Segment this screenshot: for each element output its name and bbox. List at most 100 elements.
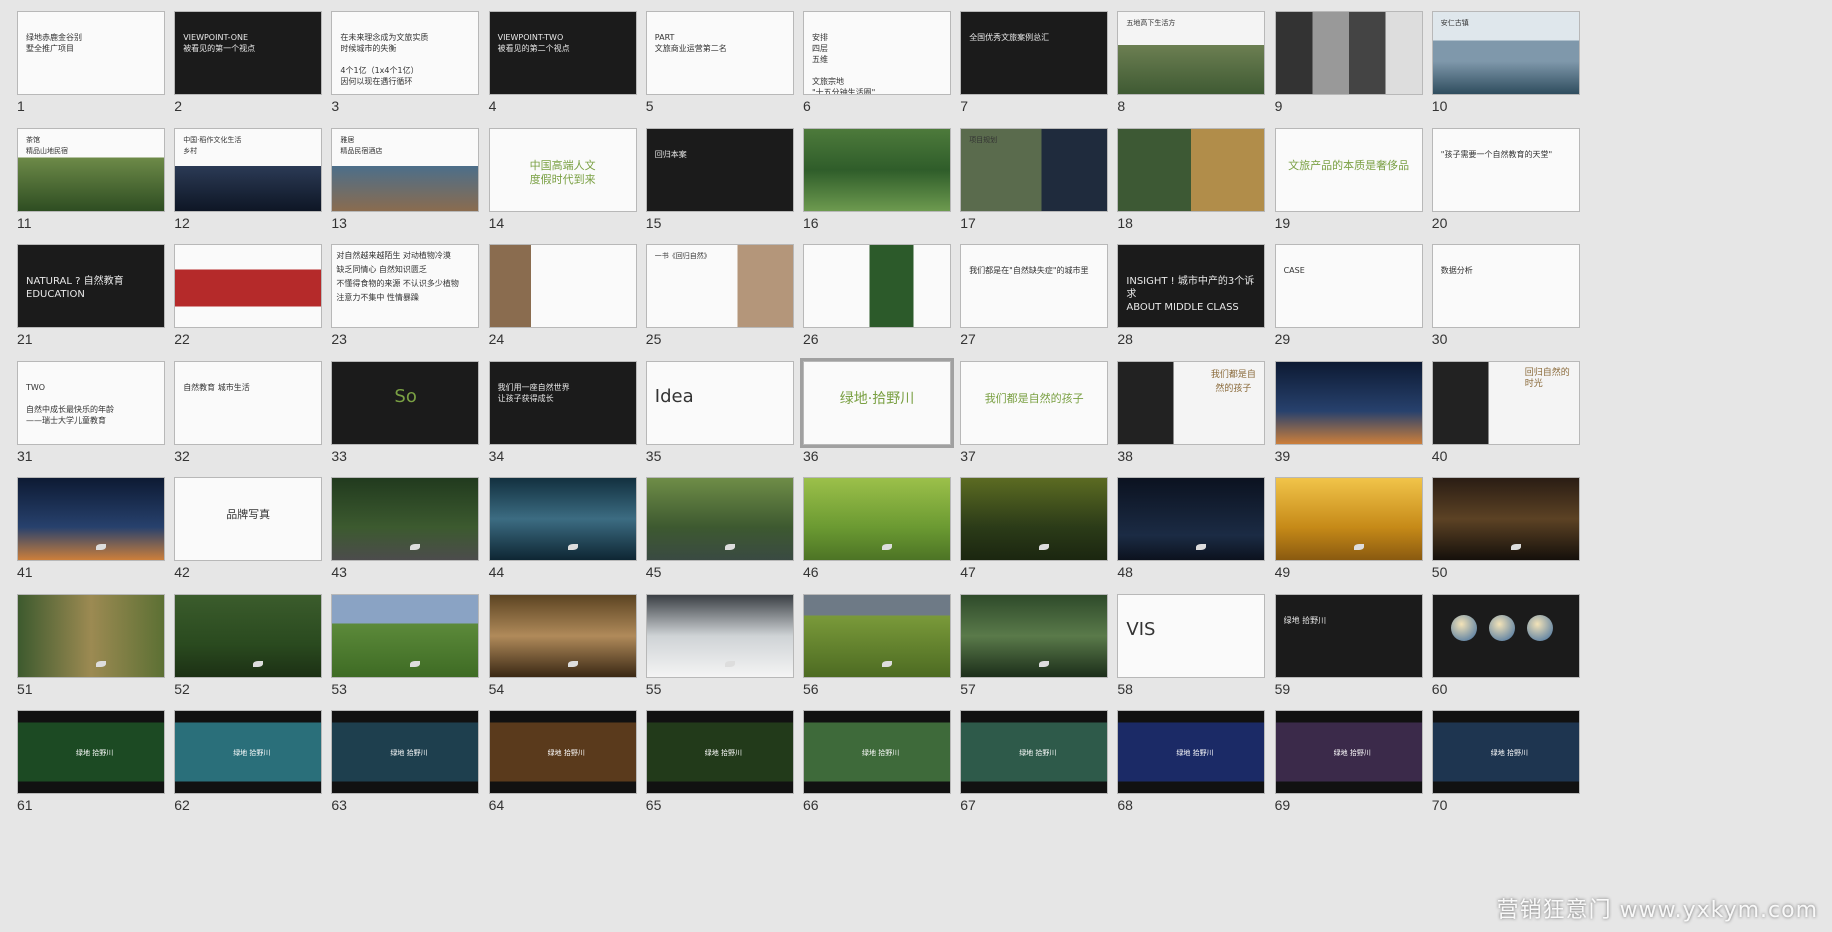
slide-preview[interactable]: VIS [1117, 593, 1266, 678]
slide-preview[interactable]: 品牌写真 [174, 477, 323, 561]
slide-preview[interactable]: "孩子需要一个自然教育的天堂" [1431, 127, 1580, 212]
slide-preview[interactable] [488, 593, 637, 678]
slide-preview[interactable] [803, 477, 951, 561]
slide-preview[interactable] [1274, 360, 1423, 445]
slide-preview[interactable]: 绿地 拾野川 [174, 710, 323, 794]
slide-thumbnail-50[interactable]: 50 [1431, 477, 1580, 587]
slide-preview[interactable]: 一书《回归自然》 [645, 244, 794, 328]
slide-thumbnail-12[interactable]: 中国·稻作文化生活 乡村 12 [174, 127, 323, 238]
slide-preview[interactable]: 我们用一座自然世界 让孩子获得成长 [488, 360, 637, 445]
slide-thumbnail-9[interactable]: 9 [1274, 11, 1423, 121]
slide-preview[interactable]: 雅居 精品民宿酒店 [331, 127, 480, 212]
slide-preview[interactable] [960, 477, 1109, 561]
slide-thumbnail-46[interactable]: 46 [803, 477, 951, 587]
slide-preview[interactable] [17, 593, 165, 678]
slide-preview[interactable] [803, 127, 951, 212]
slide-thumbnail-42[interactable]: 品牌写真 42 [174, 477, 323, 587]
slide-thumbnail-39[interactable]: 39 [1274, 360, 1423, 471]
slide-preview[interactable]: 对自然越来越陌生 对动植物冷漠 缺乏同情心 自然知识匮乏 不懂得食物的来源 不认… [331, 244, 480, 328]
slide-thumbnail-49[interactable]: 49 [1274, 477, 1423, 587]
slide-preview[interactable] [1274, 477, 1423, 561]
slide-preview[interactable]: VIEWPOINT-ONE 被看见的第一个视点 [174, 11, 323, 95]
slide-thumbnail-13[interactable]: 雅居 精品民宿酒店 13 [331, 127, 480, 238]
slide-thumbnail-44[interactable]: 44 [488, 477, 637, 587]
slide-preview[interactable]: 安仁古镇 [1431, 11, 1580, 95]
slide-preview[interactable]: 绿地 拾野川 [17, 710, 165, 794]
slide-thumbnail-55[interactable]: 55 [645, 593, 794, 704]
slide-preview[interactable] [1431, 477, 1580, 561]
slide-thumbnail-54[interactable]: 54 [488, 593, 637, 704]
slide-preview[interactable] [803, 244, 951, 328]
slide-thumbnail-11[interactable]: 茶馆 精品山地民宿 11 [17, 127, 165, 238]
slide-preview[interactable] [1117, 477, 1266, 561]
slide-preview[interactable] [488, 244, 637, 328]
slide-preview[interactable]: 中国·稻作文化生活 乡村 [174, 127, 323, 212]
slide-preview[interactable] [174, 244, 323, 328]
slide-thumbnail-56[interactable]: 56 [803, 593, 951, 704]
slide-thumbnail-1[interactable]: 绿地赤鹿金谷别 墅全推广项目 1 [17, 11, 165, 121]
slide-thumbnail-52[interactable]: 52 [174, 593, 323, 704]
slide-preview[interactable]: 绿地 拾野川 [1431, 710, 1580, 794]
slide-thumbnail-57[interactable]: 57 [960, 593, 1109, 704]
slide-thumbnail-21[interactable]: NATURAL ? 自然教育 EDUCATION 21 [17, 244, 165, 354]
slide-preview[interactable]: 绿地赤鹿金谷别 墅全推广项目 [17, 11, 165, 95]
slide-thumbnail-27[interactable]: 我们都是在"自然缺失症"的城市里 27 [960, 244, 1109, 354]
slide-thumbnail-30[interactable]: 数据分析 30 [1431, 244, 1580, 354]
slide-preview[interactable]: 绿地 拾野川 [1274, 593, 1423, 678]
slide-preview[interactable]: NATURAL ? 自然教育 EDUCATION [17, 244, 165, 328]
slide-thumbnail-10[interactable]: 安仁古镇 10 [1431, 11, 1580, 121]
slide-thumbnail-35[interactable]: Idea 35 [645, 360, 794, 471]
slide-thumbnail-34[interactable]: 我们用一座自然世界 让孩子获得成长 34 [488, 360, 637, 471]
slide-thumbnail-62[interactable]: 绿地 拾野川 62 [174, 710, 323, 820]
slide-preview[interactable]: VIEWPOINT-TWO 被看见的第二个视点 [488, 11, 637, 95]
slide-thumbnail-64[interactable]: 绿地 拾野川 64 [488, 710, 637, 820]
slide-thumbnail-33[interactable]: So 33 [331, 360, 480, 471]
slide-preview[interactable]: 自然教育 城市生活 [174, 360, 323, 445]
slide-thumbnail-19[interactable]: 文旅产品的本质是奢侈品 19 [1274, 127, 1423, 238]
slide-thumbnail-65[interactable]: 绿地 拾野川 65 [645, 710, 794, 820]
slide-thumbnail-60[interactable]: 60 [1431, 593, 1580, 704]
slide-thumbnail-41[interactable]: 41 [17, 477, 165, 587]
slide-preview[interactable]: 绿地 拾野川 [1117, 710, 1266, 794]
slide-thumbnail-51[interactable]: 51 [17, 593, 165, 704]
slide-thumbnail-5[interactable]: PART 文旅商业运营第二名 5 [645, 11, 794, 121]
slide-thumbnail-68[interactable]: 绿地 拾野川 68 [1117, 710, 1266, 820]
slide-thumbnail-38[interactable]: 我们都是自然的孩子 38 [1117, 360, 1266, 471]
slide-thumbnail-70[interactable]: 绿地 拾野川 70 [1431, 710, 1580, 820]
slide-preview[interactable] [17, 477, 165, 561]
slide-thumbnail-48[interactable]: 48 [1117, 477, 1266, 587]
slide-thumbnail-17[interactable]: 项目规划 17 [960, 127, 1109, 238]
slide-preview[interactable]: So [331, 360, 480, 445]
slide-preview[interactable]: 我们都是自然的孩子 [1117, 360, 1266, 445]
slide-preview[interactable]: 绿地 拾野川 [645, 710, 794, 794]
slide-thumbnail-32[interactable]: 自然教育 城市生活 32 [174, 360, 323, 471]
slide-thumbnail-4[interactable]: VIEWPOINT-TWO 被看见的第二个视点 4 [488, 11, 637, 121]
slide-preview[interactable]: 文旅产品的本质是奢侈品 [1274, 127, 1423, 212]
slide-preview[interactable]: 绿地 拾野川 [331, 710, 480, 794]
slide-thumbnail-69[interactable]: 绿地 拾野川 69 [1274, 710, 1423, 820]
slide-preview[interactable]: 回归本案 [645, 127, 794, 212]
slide-preview[interactable]: 在未来理念成为文旅实质 时候城市的失衡 4个1亿（1x4个1亿） 因何以现在遇行… [331, 11, 480, 95]
slide-thumbnail-3[interactable]: 在未来理念成为文旅实质 时候城市的失衡 4个1亿（1x4个1亿） 因何以现在遇行… [331, 11, 480, 121]
slide-preview[interactable] [1431, 593, 1580, 678]
slide-thumbnail-53[interactable]: 53 [331, 593, 480, 704]
slide-preview[interactable] [488, 477, 637, 561]
slide-preview[interactable]: 回归自然的时光 [1431, 360, 1580, 445]
slide-preview[interactable]: 中国高端人文 度假时代到来 [488, 127, 637, 212]
slide-thumbnail-7[interactable]: 全国优秀文旅案例总汇 7 [960, 11, 1109, 121]
slide-preview[interactable]: 项目规划 [960, 127, 1109, 212]
slide-preview[interactable] [645, 477, 794, 561]
slide-thumbnail-8[interactable]: 五地高下生活方 8 [1117, 11, 1266, 121]
slide-thumbnail-63[interactable]: 绿地 拾野川 63 [331, 710, 480, 820]
slide-thumbnail-66[interactable]: 绿地 拾野川 66 [803, 710, 951, 820]
slide-thumbnail-26[interactable]: 26 [803, 244, 951, 354]
slide-preview[interactable]: 绿地 拾野川 [1274, 710, 1423, 794]
slide-preview[interactable]: 绿地·拾野川 [800, 357, 954, 448]
slide-preview[interactable] [1117, 127, 1266, 212]
slide-preview[interactable] [960, 593, 1109, 678]
slide-preview[interactable] [331, 593, 480, 678]
slide-preview[interactable]: 安排 四层 五维 文旅宗地 "十五分钟生活圈" [803, 11, 951, 95]
slide-thumbnail-22[interactable]: 22 [174, 244, 323, 354]
slide-thumbnail-24[interactable]: 24 [488, 244, 637, 354]
slide-preview[interactable]: 绿地 拾野川 [488, 710, 637, 794]
